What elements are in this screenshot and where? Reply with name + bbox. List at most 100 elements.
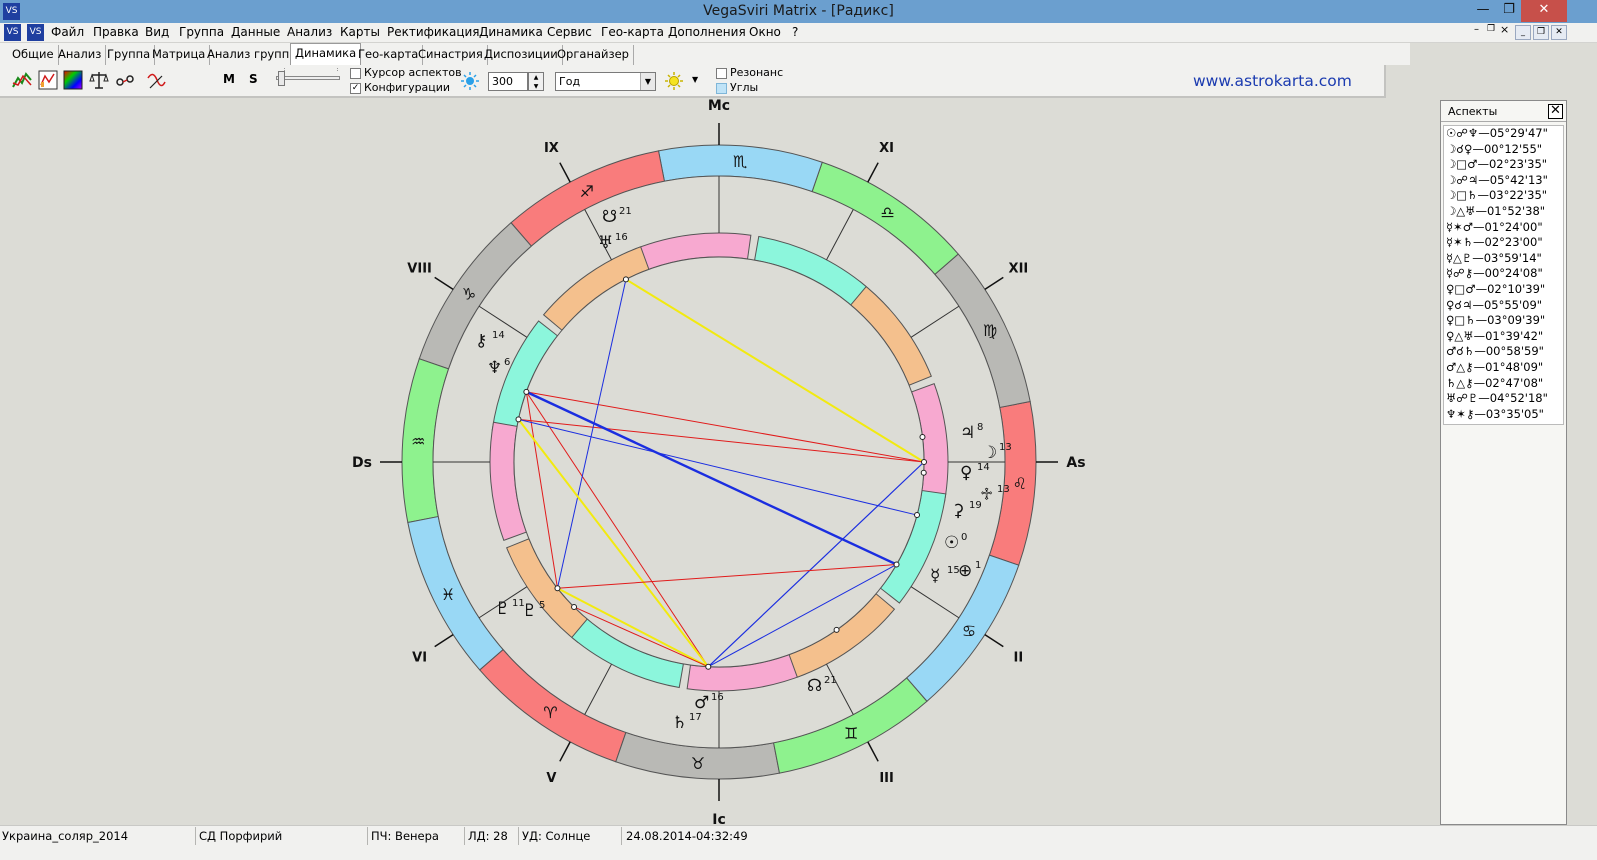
tab-group-analysis[interactable]: Анализ группы [203, 45, 304, 65]
planet-glyph[interactable]: ☉ [944, 533, 959, 553]
menu-addons[interactable]: Дополнения [668, 25, 746, 39]
menu-file[interactable]: Файл [51, 25, 84, 39]
close-button[interactable]: ✕ [1521, 0, 1567, 22]
aspect-row[interactable]: ☿✶♄—02°23'00" [1444, 235, 1563, 251]
menu-edit[interactable]: Правка [93, 25, 139, 39]
menu-group[interactable]: Группа [179, 25, 224, 39]
planet-glyph[interactable]: ♱ [980, 485, 993, 505]
step-input[interactable]: 300 [488, 72, 528, 91]
resonance-checkbox[interactable] [716, 68, 727, 79]
planet-glyph[interactable]: ⊕ [958, 561, 972, 581]
aspect-row[interactable]: ☽△♅—01°52'38" [1444, 204, 1563, 220]
natal-chart-wheel[interactable]: ♌♍♎♏♐♑♒♓♈♉♊♋IIIIIVVIVIIIIX XIXIIAsIcDsMc♃… [0, 98, 1437, 828]
aspect-row[interactable]: ☉☍♆—05°29'47" [1444, 126, 1563, 142]
planet-glyph[interactable]: ♇ [495, 599, 510, 619]
transit-curve-icon[interactable] [146, 70, 166, 90]
planet-degree-label: 13 [999, 442, 1012, 453]
inner-minimize-icon[interactable]: – [1474, 24, 1479, 35]
m-button[interactable]: M [223, 72, 235, 86]
planet-glyph[interactable]: ⚷ [475, 331, 487, 351]
configurations-checkbox[interactable]: ✓ [350, 83, 361, 94]
aspect-symbol-icon[interactable] [115, 70, 135, 90]
spectrum-icon[interactable] [63, 70, 83, 90]
website-link[interactable]: www.astrokarta.com [1193, 72, 1352, 90]
mdi-minimize-button[interactable]: _ [1515, 25, 1531, 40]
planet-glyph[interactable]: ♆ [487, 358, 502, 378]
aspect-row[interactable]: ♂△⚷—01°48'09" [1444, 360, 1563, 376]
menu-data[interactable]: Данные [231, 25, 280, 39]
resonance-label: Резонанс [730, 66, 784, 79]
menu-analysis[interactable]: Анализ [287, 25, 332, 39]
planet-glyph[interactable]: ♄ [672, 713, 687, 733]
tab-dynamics[interactable]: Динамика [290, 43, 362, 65]
planet-position-dot [920, 469, 927, 476]
menu-help[interactable]: ? [792, 25, 798, 39]
planet-glyph[interactable]: ☿ [930, 566, 940, 586]
tab-dispositions[interactable]: Диспозиции [480, 45, 563, 65]
tab-general[interactable]: Общие [8, 45, 59, 65]
period-select[interactable]: Год ▼ [555, 72, 656, 91]
inner-restore-icon[interactable]: ❐ [1487, 24, 1495, 34]
planet-glyph[interactable]: ☽ [982, 443, 997, 463]
tab-analysis[interactable]: Анализ [54, 45, 107, 65]
planet-glyph[interactable]: ☋ [602, 207, 617, 227]
aspect-row[interactable]: ♀△♅—01°39'42" [1444, 329, 1563, 345]
tab-synastry[interactable]: Синастрия [414, 45, 488, 65]
step-sun-icon[interactable] [460, 71, 480, 91]
menu-geomap[interactable]: Гео-карта [601, 25, 664, 39]
mdi-restore-button[interactable]: ❐ [1533, 25, 1549, 40]
house-cusp-tick [984, 276, 1004, 290]
yellow-sun-icon[interactable] [664, 71, 684, 91]
aspect-row[interactable]: ♅☍♇—04°52'18" [1444, 391, 1563, 407]
menu-charts[interactable]: Карты [340, 25, 380, 39]
planet-glyph[interactable]: ⚳ [952, 501, 964, 521]
house-cusp-tick [559, 162, 571, 183]
menu-service[interactable]: Сервис [547, 25, 592, 39]
menu-view[interactable]: Вид [145, 25, 169, 39]
zodiac-sign-glyph: ♈ [543, 703, 557, 722]
aspect-row[interactable]: ☿✶♂—01°24'00" [1444, 220, 1563, 236]
speed-slider-track[interactable] [276, 76, 340, 80]
tab-organizer[interactable]: Органайзер [553, 45, 634, 65]
menu-window[interactable]: Окно [749, 25, 781, 39]
s-button[interactable]: S [249, 72, 258, 86]
planet-glyph[interactable]: ♅ [598, 233, 613, 253]
mdi-app-icon[interactable]: VS [4, 24, 21, 41]
aspect-row[interactable]: ☽□♄—03°22'35" [1444, 188, 1563, 204]
step-spinner[interactable]: ▲ ▼ [528, 72, 544, 91]
chevron-down-icon[interactable]: ▼ [640, 73, 655, 90]
menu-dynamics[interactable]: Динамика [479, 25, 543, 39]
angles-checkbox[interactable] [716, 83, 727, 94]
mdi-child-icon[interactable]: VS [27, 24, 44, 41]
cursor-aspects-checkbox[interactable] [350, 68, 361, 79]
aspect-row[interactable]: ♀☌♃—05°55'09" [1444, 298, 1563, 314]
aspect-row[interactable]: ♄△⚷—02°47'08" [1444, 376, 1563, 392]
line-graph-icon[interactable] [12, 70, 32, 90]
sun-dropdown-arrow[interactable]: ▼ [692, 75, 698, 84]
planet-glyph[interactable]: ♇ [522, 601, 537, 621]
mdi-close-button[interactable]: ✕ [1551, 25, 1567, 40]
aspect-row[interactable]: ♂☌♄—00°58'59" [1444, 344, 1563, 360]
aspect-row[interactable]: ♀□♄—03°09'39" [1444, 313, 1563, 329]
tab-geomap[interactable]: Гео-карта [354, 45, 424, 65]
aspect-row[interactable]: ☽□♂—02°23'35" [1444, 157, 1563, 173]
planet-glyph[interactable]: ☊ [807, 676, 822, 696]
status-chart-name: Украина_соляр_2014 [2, 829, 129, 843]
aspect-row[interactable]: ☽☌♀—00°12'55" [1444, 142, 1563, 158]
close-icon[interactable]: ✕ [1548, 104, 1563, 119]
aspect-row[interactable]: ☽☍♃—05°42'13" [1444, 173, 1563, 189]
menu-rectification[interactable]: Ректификация [387, 25, 480, 39]
scales-icon[interactable] [89, 70, 109, 90]
aspect-row[interactable]: ♀□♂—02°10'39" [1444, 282, 1563, 298]
angle-label-dsc: Ds [352, 455, 372, 471]
speed-slider-thumb[interactable] [278, 71, 285, 86]
aspect-row[interactable]: ☿△♇—03°59'14" [1444, 251, 1563, 267]
inner-close-icon[interactable]: × [1500, 23, 1509, 36]
tab-matrix[interactable]: Матрица [148, 45, 211, 65]
chart-view-icon[interactable] [38, 70, 58, 90]
planet-glyph[interactable]: ♃ [960, 423, 975, 443]
aspect-row[interactable]: ☿☍⚷—00°24'08" [1444, 266, 1563, 282]
planet-glyph[interactable]: ♂ [694, 693, 709, 713]
planet-glyph[interactable]: ♀ [960, 463, 972, 483]
aspect-row[interactable]: ♆✶⚷—03°35'05" [1444, 407, 1563, 423]
